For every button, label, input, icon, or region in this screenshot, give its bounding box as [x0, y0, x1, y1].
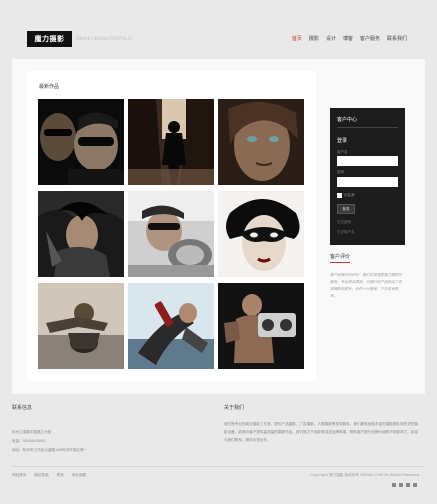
motorbike-ride-photo — [38, 283, 124, 369]
gallery-title: 最新作品 — [39, 84, 60, 90]
gallery-thumb-8[interactable] — [128, 283, 214, 369]
gallery-thumb-9[interactable] — [218, 283, 304, 369]
gallery-card: 最新作品 — [27, 71, 316, 381]
social-icon[interactable] — [413, 483, 417, 487]
nav-item-design[interactable]: 设计 — [326, 31, 336, 47]
nav-item-home[interactable]: 首页 — [292, 31, 302, 47]
password-label: 密码 — [337, 170, 344, 174]
remember-label: 记住我 — [344, 193, 355, 197]
gallery-thumb-3[interactable] — [218, 99, 304, 185]
woman-face-portrait-photo — [218, 99, 304, 185]
testimonial-text: 客户给我们的评价：我们非常满意魔力摄影的服务，专业而且高效，为我们的产品拍出了非… — [330, 273, 402, 298]
gallery-thumb-4[interactable] — [38, 191, 124, 277]
footer-links: 网站首页 网站导航 联系 商业摄影 — [12, 473, 86, 478]
client-center-title: 客户中心 — [337, 117, 358, 123]
site-tagline: ONYAKI-IDGISH PORFOLIO — [76, 36, 133, 41]
footer-contact-line: 电话：0000000000 — [12, 439, 46, 443]
remember-checkbox[interactable] — [337, 193, 342, 198]
footer-link[interactable]: 联系 — [57, 473, 64, 478]
social-icon[interactable] — [392, 483, 396, 487]
login-button[interactable]: 登录 — [337, 204, 355, 214]
nav-item-photography[interactable]: 摄影 — [309, 31, 319, 47]
divider — [337, 127, 398, 128]
client-login-panel: 客户中心 登录 用户名 密码 记住我 登录 忘记密码 忘记用户名 — [330, 108, 405, 245]
footer-about-text: 我们是专业的商业摄影工作室，提供产品摄影、广告摄影、人像摄影等多项服务。我们拥有… — [224, 422, 419, 442]
social-icon[interactable] — [399, 483, 403, 487]
footer-link[interactable]: 商业摄影 — [72, 473, 86, 478]
testimonial-underline — [330, 262, 350, 263]
password-input[interactable] — [337, 177, 398, 187]
man-sunglasses-car-photo — [128, 191, 214, 277]
gallery-thumb-7[interactable] — [38, 283, 124, 369]
forgot-username-link[interactable]: 忘记用户名 — [337, 230, 355, 235]
footer-contact-title: 联系信息 — [12, 405, 33, 411]
forgot-password-link[interactable]: 忘记密码 — [337, 220, 351, 225]
masked-woman-photo — [218, 191, 304, 277]
man-with-speaker-photo — [218, 283, 304, 369]
feather-woman-photo — [38, 191, 124, 277]
gallery-thumb-6[interactable] — [218, 191, 304, 277]
page: 魔力摄影 ONYAKI-IDGISH PORFOLIO 首页 摄影 设计 博客 … — [0, 0, 437, 504]
gallery-thumb-1[interactable] — [38, 99, 124, 185]
gallery-thumb-2[interactable] — [128, 99, 214, 185]
two-men-sunglasses-photo — [38, 99, 124, 185]
person-with-bottle-photo — [128, 283, 214, 369]
social-icon[interactable] — [406, 483, 410, 487]
username-input[interactable] — [337, 156, 398, 166]
gallery-thumb-5[interactable] — [128, 191, 214, 277]
social-icons — [392, 483, 417, 487]
footer-link[interactable]: 网站首页 — [12, 473, 26, 478]
main-nav: 首页 摄影 设计 博客 客户服务 联系我们 — [292, 31, 407, 47]
site-header: 魔力摄影 ONYAKI-IDGISH PORFOLIO 首页 摄影 设计 博客 … — [0, 18, 437, 60]
footer-link[interactable]: 网站导航 — [34, 473, 48, 478]
footer-divider — [12, 466, 425, 467]
figure-in-alley-photo — [128, 99, 214, 185]
nav-item-blog[interactable]: 博客 — [343, 31, 353, 47]
site-logo[interactable]: 魔力摄影 — [27, 31, 72, 47]
nav-item-client-service[interactable]: 客户服务 — [360, 31, 380, 47]
username-label: 用户名 — [337, 150, 348, 154]
footer-about-title: 关于我们 — [224, 405, 245, 411]
footer-contact-line: 地址：杭州市工作区大道路168号中环某区第一 — [12, 448, 88, 452]
login-heading: 登录 — [337, 138, 348, 144]
nav-item-contact[interactable]: 联系我们 — [387, 31, 407, 47]
copyright-text: Copyright 魔力摄影 版权所有 ONYAKI.COM All Right… — [310, 473, 419, 477]
testimonial-title: 客户评价 — [330, 254, 351, 260]
footer-contact-line: 杭州江南路中国路工大街 — [12, 430, 52, 434]
